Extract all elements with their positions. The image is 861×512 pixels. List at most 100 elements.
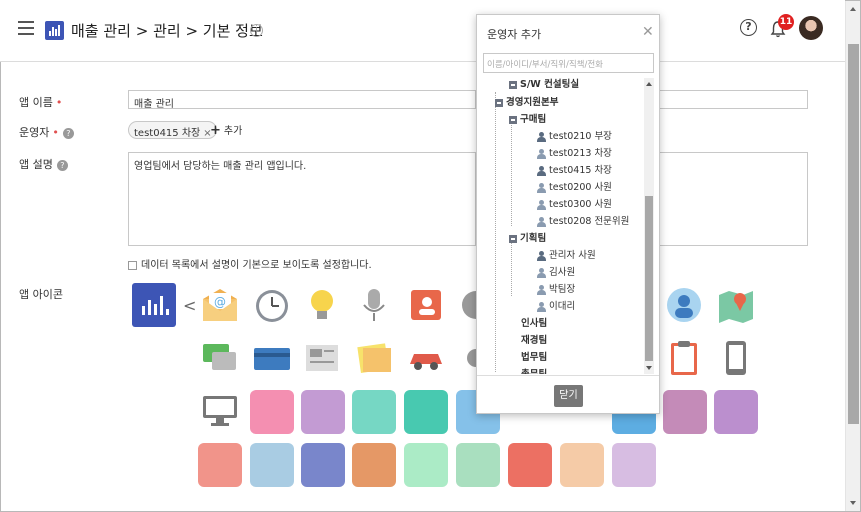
map-icon[interactable] <box>716 285 756 325</box>
tree-member[interactable]: test0213 차장 <box>537 145 612 159</box>
help-icon[interactable]: ? <box>740 19 757 36</box>
notification-badge: 11 <box>778 14 794 30</box>
description-textarea[interactable]: 영업팀에서 담당하는 매출 관리 앱입니다. <box>128 152 476 246</box>
operator-label: 운영자 •? <box>19 124 74 140</box>
tree-member[interactable]: 관리자 사원 <box>537 247 596 261</box>
operator-search-input[interactable]: 이름/아이디/부서/직위/직책/전화 <box>483 53 654 73</box>
close-button[interactable]: 닫기 <box>554 385 583 407</box>
tree-node-division[interactable]: 경영지원본부 <box>495 94 558 108</box>
checkbox-box[interactable] <box>128 260 137 270</box>
person-icon <box>537 284 546 295</box>
line-chart-icon[interactable] <box>301 390 345 434</box>
clipboard-icon[interactable] <box>664 338 704 378</box>
tree-member[interactable]: test0210 부장 <box>537 128 612 142</box>
page-scrollbar[interactable] <box>845 1 860 511</box>
operator-tag: test0415 차장 × <box>128 121 217 139</box>
newspaper-icon[interactable] <box>302 338 342 378</box>
dialog-footer: 닫기 <box>477 375 659 413</box>
tree-member[interactable]: 김사원 <box>537 264 575 278</box>
tree-member[interactable]: test0300 사원 <box>537 196 612 210</box>
scroll-thumb[interactable] <box>848 44 859 424</box>
tree-node-team[interactable]: 인사팀 <box>521 315 547 329</box>
selected-bar-chart-icon[interactable] <box>132 283 176 327</box>
app-bar-chart-icon <box>45 21 64 40</box>
collapse-icon <box>509 234 517 243</box>
tree-node-team-planning[interactable]: 기획팀 <box>509 230 546 244</box>
person-icon <box>537 301 546 312</box>
clock-icon[interactable] <box>252 285 292 325</box>
tree-member[interactable]: 이대리 <box>537 298 575 312</box>
mail-at-icon[interactable]: @ <box>200 285 240 325</box>
user-avatar[interactable] <box>799 16 823 40</box>
car-icon[interactable] <box>406 338 446 378</box>
tree-node-sw-consulting[interactable]: S/W 컨설팅실 <box>509 78 579 90</box>
person-icon <box>537 182 546 193</box>
show-description-checkbox[interactable]: 데이터 목록에서 설명이 기본으로 보이도록 설정합니다. <box>128 256 372 271</box>
tree-member[interactable]: test0415 차장 <box>537 162 612 176</box>
help-question-icon: ? <box>62 127 74 139</box>
person-icon <box>537 165 546 176</box>
contact-card-icon[interactable] <box>406 285 446 325</box>
person-icon <box>537 199 546 210</box>
scroll-up-arrow-icon[interactable] <box>646 82 652 86</box>
help-question-icon: ? <box>56 159 68 171</box>
description-textarea-right[interactable] <box>660 152 808 246</box>
monitor-icon[interactable] <box>200 390 240 430</box>
checklist-icon[interactable] <box>250 443 294 487</box>
svg-text:@: @ <box>214 295 226 309</box>
group-icon[interactable] <box>664 285 704 325</box>
collapse-icon <box>509 115 517 124</box>
mail-fast-icon[interactable] <box>198 443 242 487</box>
film-icon[interactable] <box>404 443 448 487</box>
collapse-icon <box>495 98 503 107</box>
close-icon[interactable]: ✕ <box>642 24 654 40</box>
tree-scroll-thumb[interactable] <box>645 196 653 361</box>
top-header: 매출 관리 > 관리 > 기본 정보 i ? 11 <box>0 0 845 62</box>
person-icon <box>537 148 546 159</box>
tree-scrollbar[interactable] <box>644 78 654 374</box>
app-icon-label: 앱 아이콘 <box>19 288 63 301</box>
speech-bubble-icon[interactable] <box>456 443 500 487</box>
mobile-icon[interactable] <box>716 338 756 378</box>
add-operator-button[interactable]: + 추가 <box>210 122 242 138</box>
inbox-icon[interactable] <box>250 390 294 434</box>
app-name-input-right[interactable] <box>660 90 808 109</box>
scroll-down-arrow-icon[interactable] <box>850 501 856 505</box>
tree-member[interactable]: 박팀장 <box>537 281 575 295</box>
microphone-icon[interactable] <box>354 285 394 325</box>
app-name-label: 앱 이름 • <box>19 96 63 109</box>
chevron-left-icon[interactable]: < <box>183 296 196 315</box>
tree-node-team[interactable]: 총무팀 <box>521 366 547 374</box>
phone-icon[interactable] <box>352 390 396 434</box>
tree-node-team[interactable]: 법무팀 <box>521 349 547 363</box>
person-icon <box>537 250 546 261</box>
tree-node-team[interactable]: 재경팀 <box>521 332 547 346</box>
scroll-up-arrow-icon[interactable] <box>850 7 856 11</box>
ticket-icon[interactable] <box>352 443 396 487</box>
calendar-icon[interactable] <box>714 390 758 434</box>
car-front-icon[interactable] <box>404 390 448 434</box>
tree-node-team-purchase[interactable]: 구매팀 <box>509 111 546 125</box>
scroll-down-arrow-icon[interactable] <box>646 366 652 370</box>
person-icon <box>537 267 546 278</box>
calculator-icon[interactable] <box>560 443 604 487</box>
bar-graph-icon[interactable] <box>301 443 345 487</box>
breadcrumb: 매출 관리 > 관리 > 기본 정보 <box>71 22 263 40</box>
chat-icon[interactable] <box>200 338 240 378</box>
app-name-input[interactable]: 매출 관리 <box>128 90 476 110</box>
person-icon <box>537 131 546 142</box>
credit-card-icon[interactable] <box>252 338 292 378</box>
person-icon <box>537 216 546 227</box>
operator-add-dialog: 운영자 추가 ✕ 이름/아이디/부서/직위/직책/전화 S/W 컨설팅실 경영지… <box>476 14 660 414</box>
memo-icon[interactable] <box>354 338 394 378</box>
receipt-icon[interactable] <box>612 443 656 487</box>
lock-icon[interactable] <box>663 390 707 434</box>
info-icon[interactable]: i <box>250 24 263 37</box>
dialog-title: 운영자 추가 <box>487 28 542 41</box>
tree-member[interactable]: test0200 사원 <box>537 179 612 193</box>
tree-member[interactable]: test0208 전문위원 <box>537 213 629 227</box>
lightbulb-icon[interactable] <box>302 285 342 325</box>
hamburger-menu-icon[interactable] <box>18 21 34 35</box>
description-label: 앱 설명? <box>19 156 68 172</box>
address-book-icon[interactable] <box>508 443 552 487</box>
